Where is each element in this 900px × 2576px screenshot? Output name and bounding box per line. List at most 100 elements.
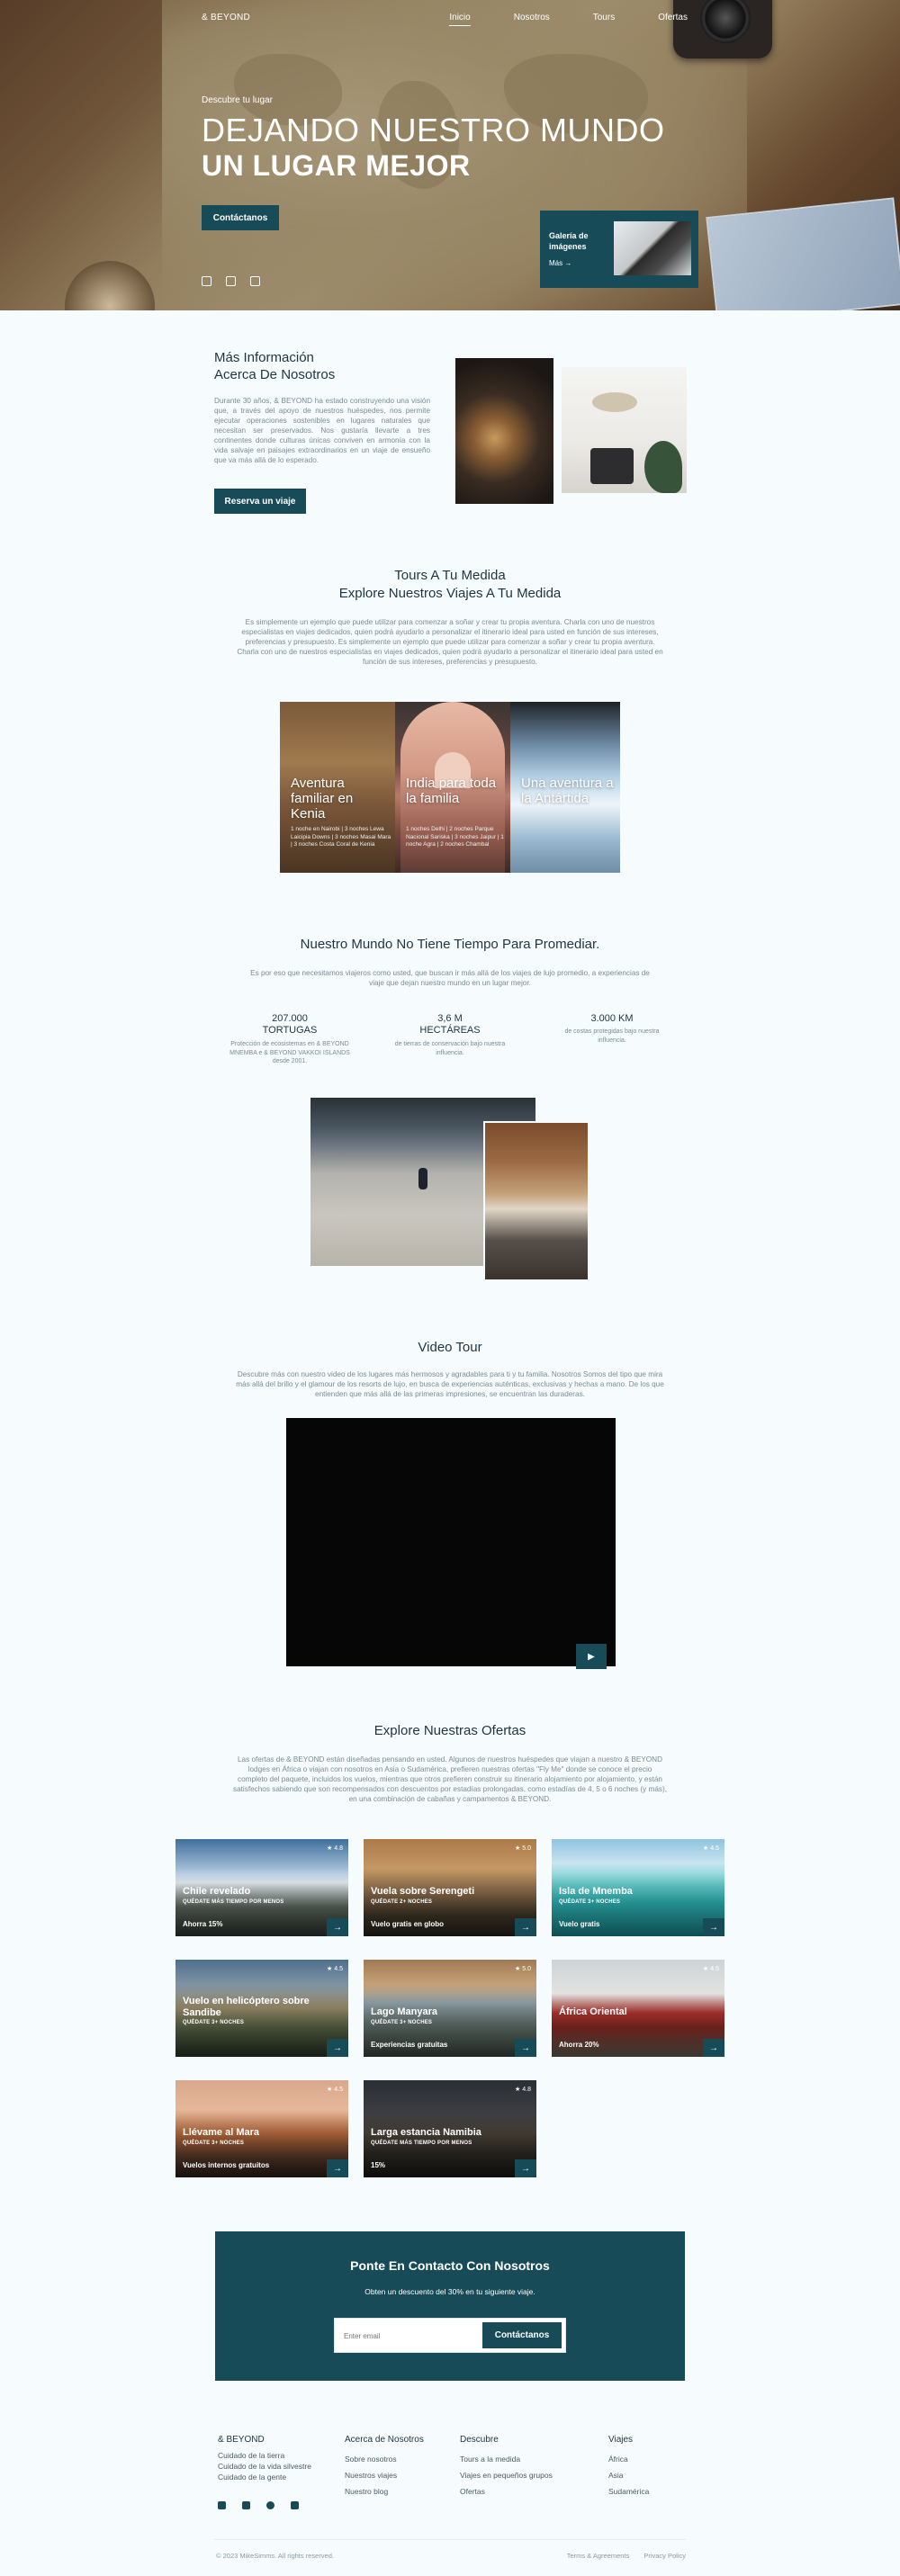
offer-rating: ★ 5.0 bbox=[515, 1845, 531, 1852]
footer-legal-links: Terms & Agreements Privacy Policy bbox=[567, 2552, 686, 2560]
footer-link[interactable]: Tours a la medida bbox=[460, 2455, 520, 2464]
offer-arrow-icon[interactable]: → bbox=[703, 2039, 724, 2057]
footer-col-title: Descubre bbox=[460, 2435, 499, 2445]
offer-card[interactable]: ★ 4.5 África Oriental Ahorra 20% → bbox=[552, 1960, 724, 2057]
footer-link[interactable]: Sobre nosotros bbox=[345, 2455, 397, 2464]
footer-link[interactable]: Cuidado de la vida silvestre bbox=[218, 2462, 311, 2471]
gallery-title: Galería de imágenes bbox=[549, 231, 589, 251]
offer-card[interactable]: ★ 4.5 Isla de Mnemba QUÉDATE 3+ NOCHES V… bbox=[552, 1839, 724, 1936]
stat-coast: 3.000 KM bbox=[590, 1013, 634, 1024]
travel-photo-cabin bbox=[483, 1121, 590, 1281]
offer-arrow-icon[interactable]: → bbox=[703, 1918, 724, 1936]
footer-link[interactable]: África bbox=[608, 2455, 628, 2464]
footer-link[interactable]: Sudamérica bbox=[608, 2487, 649, 2496]
about-text: Durante 30 años, & BEYOND ha estado cons… bbox=[214, 397, 430, 464]
hero-title-line2: UN LUGAR MEJOR bbox=[202, 149, 471, 182]
offer-arrow-icon[interactable]: → bbox=[515, 2159, 536, 2177]
offer-card[interactable]: ★ 4.8 Chile revelado QUÉDATE MÁS TIEMPO … bbox=[176, 1839, 348, 1936]
offer-title: Isla de Mnemba bbox=[559, 1886, 633, 1897]
offer-rating: ★ 4.8 bbox=[515, 2087, 531, 2093]
footer-link[interactable]: Nuestros viajes bbox=[345, 2471, 397, 2480]
offer-card[interactable]: ★ 5.0 Vuela sobre Serengeti QUÉDATE 2+ N… bbox=[364, 1839, 536, 1936]
offer-subtitle: QUÉDATE 3+ NOCHES bbox=[183, 2020, 245, 2025]
nav-link-ofertas[interactable]: Ofertas bbox=[658, 13, 688, 26]
youtube-icon[interactable] bbox=[291, 2501, 299, 2509]
offer-card[interactable]: ★ 4.5 Vuelo en helicóptero sobre Sandibe… bbox=[176, 1960, 348, 2057]
gallery-more-link[interactable]: Más → bbox=[549, 259, 572, 267]
nav-links: Inicio Nosotros Tours Ofertas bbox=[449, 13, 688, 26]
offer-card[interactable]: ★ 4.8 Larga estancia Namibia QUÉDATE MÁS… bbox=[364, 2080, 536, 2177]
offer-arrow-icon[interactable]: → bbox=[327, 2159, 348, 2177]
play-icon[interactable]: ▶ bbox=[576, 1644, 607, 1669]
footer-link[interactable]: Viajes en pequeños grupos bbox=[460, 2471, 553, 2480]
book-trip-button[interactable]: Reserva un viaje bbox=[214, 489, 306, 514]
about-globe-image bbox=[455, 358, 554, 504]
hero-title-line1: DEJANDO NUESTRO MUNDO bbox=[202, 112, 665, 148]
video-text: Descubre más con nuestro video de los lu… bbox=[236, 1370, 664, 1398]
nav-link-nosotros[interactable]: Nosotros bbox=[514, 13, 550, 26]
offer-arrow-icon[interactable]: → bbox=[327, 2039, 348, 2057]
offer-title: Vuelo en helicóptero sobre Sandibe bbox=[183, 1996, 310, 2018]
gallery-card[interactable]: Galería de imágenes Más → bbox=[540, 211, 698, 288]
gallery-thumbnail bbox=[614, 221, 691, 275]
tour-desc: 1 noche en Nairobi | 3 noches Lewa Laici… bbox=[291, 826, 392, 848]
offer-arrow-icon[interactable]: → bbox=[515, 2039, 536, 2057]
contact-submit-button[interactable]: Contáctanos bbox=[482, 2322, 562, 2348]
footer-link[interactable]: Ofertas bbox=[460, 2487, 485, 2496]
about-title: Más Información Acerca De Nosotros bbox=[214, 350, 336, 382]
footer-brand[interactable]: & BEYOND bbox=[218, 2435, 265, 2445]
offer-title: Larga estancia Namibia bbox=[371, 2127, 482, 2138]
tour-title: Una aventura a la Antártida bbox=[521, 776, 614, 806]
facebook-icon[interactable] bbox=[218, 2501, 226, 2509]
offer-rating: ★ 4.5 bbox=[327, 1966, 343, 1972]
stat-coast-desc: de costas protegidas bajo nuestra influe… bbox=[564, 1028, 660, 1044]
hero-social-links bbox=[202, 276, 260, 286]
contact-title: Ponte En Contacto Con Nosotros bbox=[350, 2258, 550, 2273]
offer-price: Ahorra 20% bbox=[559, 2041, 599, 2049]
instagram-icon[interactable] bbox=[266, 2501, 274, 2509]
twitter-icon[interactable] bbox=[250, 276, 260, 286]
offer-arrow-icon[interactable]: → bbox=[515, 1918, 536, 1936]
offer-price: Vuelo gratis en globo bbox=[371, 1920, 445, 1928]
offer-title: Vuela sobre Serengeti bbox=[371, 1886, 475, 1897]
instagram-icon[interactable] bbox=[202, 276, 212, 286]
contact-subtitle: Obten un descuento del 30% en tu siguien… bbox=[364, 2287, 536, 2296]
offer-title: Llévame al Mara bbox=[183, 2127, 259, 2138]
offer-card[interactable]: ★ 4.5 Llévame al Mara QUÉDATE 3+ NOCHES … bbox=[176, 2080, 348, 2177]
banknote-image bbox=[706, 197, 900, 310]
tour-card-kenya[interactable]: Aventura familiar en Kenia 1 noche en Na… bbox=[280, 702, 395, 873]
nav-link-inicio[interactable]: Inicio bbox=[449, 13, 471, 26]
offer-rating: ★ 5.0 bbox=[515, 1966, 531, 1972]
offer-price: 15% bbox=[371, 2161, 386, 2169]
privacy-link[interactable]: Privacy Policy bbox=[644, 2552, 686, 2560]
offer-price: Ahorra 15% bbox=[183, 1920, 223, 1928]
tour-card-india[interactable]: India para toda la familia 1 noches Delh… bbox=[395, 702, 510, 873]
offer-title: Chile revelado bbox=[183, 1886, 251, 1897]
footer-link[interactable]: Cuidado de la tierra bbox=[218, 2451, 284, 2460]
footer-link[interactable]: Cuidado de la gente bbox=[218, 2473, 286, 2482]
offer-card[interactable]: ★ 5.0 Lago Manyara QUÉDATE 3+ NOCHES Exp… bbox=[364, 1960, 536, 2057]
camera-image bbox=[673, 0, 772, 58]
tour-card-antarctica[interactable]: Una aventura a la Antártida bbox=[510, 702, 620, 873]
email-input[interactable] bbox=[344, 2328, 479, 2344]
terms-link[interactable]: Terms & Agreements bbox=[567, 2552, 630, 2560]
nav-link-tours[interactable]: Tours bbox=[593, 13, 615, 26]
tour-title: Aventura familiar en Kenia bbox=[291, 776, 354, 821]
footer-link[interactable]: Asia bbox=[608, 2471, 624, 2480]
offer-rating: ★ 4.5 bbox=[703, 1845, 719, 1852]
offer-arrow-icon[interactable]: → bbox=[327, 1918, 348, 1936]
facebook-icon[interactable] bbox=[226, 276, 236, 286]
tour-title: India para toda la familia bbox=[406, 776, 497, 806]
offer-title: África Oriental bbox=[559, 2006, 627, 2017]
twitter-icon[interactable] bbox=[242, 2501, 250, 2509]
footer-social-links bbox=[218, 2501, 299, 2509]
offer-price: Vuelo gratis bbox=[559, 1920, 600, 1928]
stat-hectares: 3,6 M HECTÁREAS bbox=[419, 1013, 481, 1036]
offers-title: Explore Nuestras Ofertas bbox=[374, 1723, 526, 1738]
top-nav: & BEYOND Inicio Nosotros Tours Ofertas bbox=[202, 13, 688, 31]
brand-logo[interactable]: & BEYOND bbox=[202, 13, 250, 22]
hero-eyebrow: Descubre tu lugar bbox=[202, 95, 273, 105]
footer-link[interactable]: Nuestro blog bbox=[345, 2487, 388, 2496]
video-player[interactable] bbox=[286, 1418, 616, 1666]
hero-contact-button[interactable]: Contáctanos bbox=[202, 205, 279, 230]
